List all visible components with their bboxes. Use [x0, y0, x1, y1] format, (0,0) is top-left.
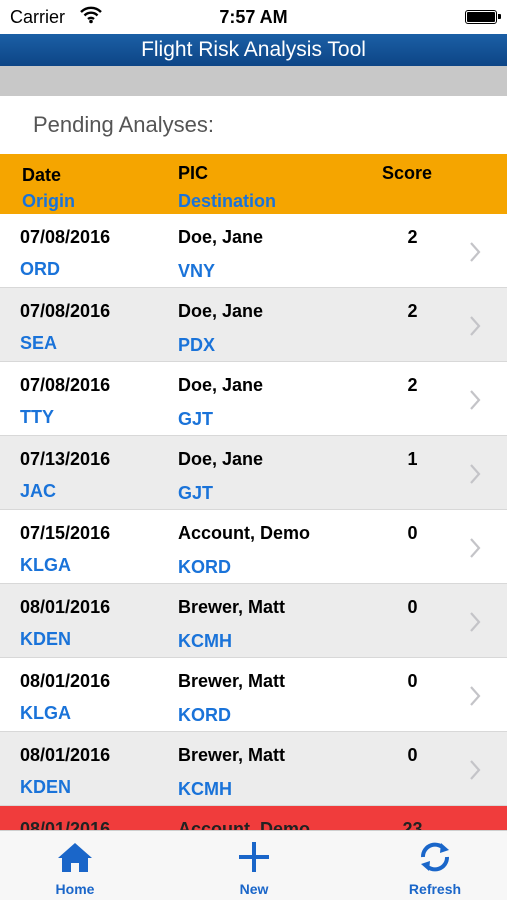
header-score: Score — [382, 163, 433, 183]
row-destination: KORD — [178, 557, 231, 577]
plus-icon — [239, 842, 269, 872]
row-origin: JAC — [20, 481, 57, 501]
row-pic: Doe, Jane — [178, 301, 264, 321]
row-score: 2 — [407, 227, 418, 247]
tab-home-label: Home — [55, 881, 95, 897]
row-origin: KDEN — [20, 777, 72, 797]
row-date: 08/01/2016 — [20, 745, 111, 765]
row-pic: Doe, Jane — [178, 227, 264, 247]
row-score: 23 — [402, 819, 423, 830]
status-time: 7:57 AM — [219, 7, 288, 27]
table-row[interactable]: 08/01/2016 Brewer, Matt 0 KLGA KORD — [0, 658, 507, 732]
battery-icon — [465, 10, 501, 24]
row-origin: KLGA — [20, 555, 71, 575]
home-icon — [58, 843, 92, 872]
tab-bar: Home New Refresh — [0, 830, 507, 900]
row-date: 07/08/2016 — [20, 301, 111, 321]
row-destination: KCMH — [178, 631, 232, 651]
table-row[interactable]: 07/15/2016 Account, Demo 0 KLGA KORD — [0, 510, 507, 584]
row-score: 1 — [407, 449, 418, 469]
tab-refresh[interactable]: Refresh — [375, 831, 495, 901]
row-pic: Doe, Jane — [178, 449, 264, 469]
tab-refresh-label: Refresh — [408, 881, 462, 897]
chevron-right-icon — [470, 242, 481, 262]
row-pic: Account, Demo — [178, 819, 311, 830]
row-score: 0 — [407, 597, 418, 617]
row-pic: Doe, Jane — [178, 375, 264, 395]
chevron-right-icon — [470, 316, 481, 336]
chevron-right-icon — [470, 538, 481, 558]
row-date: 07/13/2016 — [20, 449, 111, 469]
row-pic: Brewer, Matt — [178, 597, 286, 617]
row-score: 0 — [407, 523, 418, 543]
row-origin: KLGA — [20, 703, 71, 723]
row-date: 08/01/2016 — [20, 597, 111, 617]
tab-new-label: New — [239, 881, 269, 897]
section-title: Pending Analyses: — [33, 112, 215, 137]
table-row[interactable]: 07/08/2016 Doe, Jane 2 TTY GJT — [0, 362, 507, 436]
table-row[interactable]: 07/13/2016 Doe, Jane 1 JAC GJT — [0, 436, 507, 510]
table-row[interactable]: 08/01/2016 Brewer, Matt 0 KDEN KCMH — [0, 584, 507, 658]
toolbar-strip — [0, 66, 507, 96]
row-destination: KORD — [178, 705, 231, 725]
table-row[interactable]: 07/08/2016 Doe, Jane 2 SEA PDX — [0, 288, 507, 362]
tab-new[interactable]: New — [194, 831, 314, 901]
header-pic: PIC — [178, 163, 209, 183]
row-score: 2 — [407, 301, 418, 321]
row-destination: GJT — [178, 409, 214, 429]
row-destination: KCMH — [178, 779, 232, 799]
chevron-right-icon — [470, 760, 481, 780]
analyses-list: 07/08/2016 Doe, Jane 2 ORD VNY 07/08/201… — [0, 214, 507, 830]
row-destination: PDX — [178, 335, 216, 355]
row-score: 0 — [407, 745, 418, 765]
nav-title: Flight Risk Analysis Tool — [0, 34, 507, 66]
row-pic: Brewer, Matt — [178, 745, 286, 765]
chevron-right-icon — [470, 612, 481, 632]
table-row[interactable]: 07/08/2016 Doe, Jane 2 ORD VNY — [0, 214, 507, 288]
row-score: 0 — [407, 671, 418, 691]
table-header: Date Origin PIC Destination Score — [0, 154, 507, 214]
refresh-icon — [420, 842, 450, 872]
chevron-right-icon — [470, 464, 481, 484]
header-date: Date — [22, 165, 62, 185]
row-score: 2 — [407, 375, 418, 395]
row-origin: TTY — [20, 407, 54, 427]
row-date: 07/15/2016 — [20, 523, 111, 543]
tab-home[interactable]: Home — [15, 831, 135, 901]
row-origin: KDEN — [20, 629, 72, 649]
row-pic: Brewer, Matt — [178, 671, 286, 691]
row-date: 08/01/2016 — [20, 671, 111, 691]
row-date: 07/08/2016 — [20, 227, 111, 247]
row-pic: Account, Demo — [178, 523, 311, 543]
chevron-right-icon — [470, 686, 481, 706]
row-destination: VNY — [178, 261, 216, 281]
row-origin: ORD — [20, 259, 60, 279]
row-date: 07/08/2016 — [20, 375, 111, 395]
row-date: 08/01/2016 — [20, 819, 111, 830]
chevron-right-icon — [470, 390, 481, 410]
row-origin: SEA — [20, 333, 58, 353]
header-destination: Destination — [178, 191, 277, 211]
table-row[interactable]: 08/01/2016 Account, Demo 23 — [0, 806, 507, 830]
header-origin: Origin — [22, 191, 75, 211]
table-row[interactable]: 08/01/2016 Brewer, Matt 0 KDEN KCMH — [0, 732, 507, 806]
row-destination: GJT — [178, 483, 214, 503]
status-bar: Carrier 7:57 AM — [0, 0, 507, 34]
